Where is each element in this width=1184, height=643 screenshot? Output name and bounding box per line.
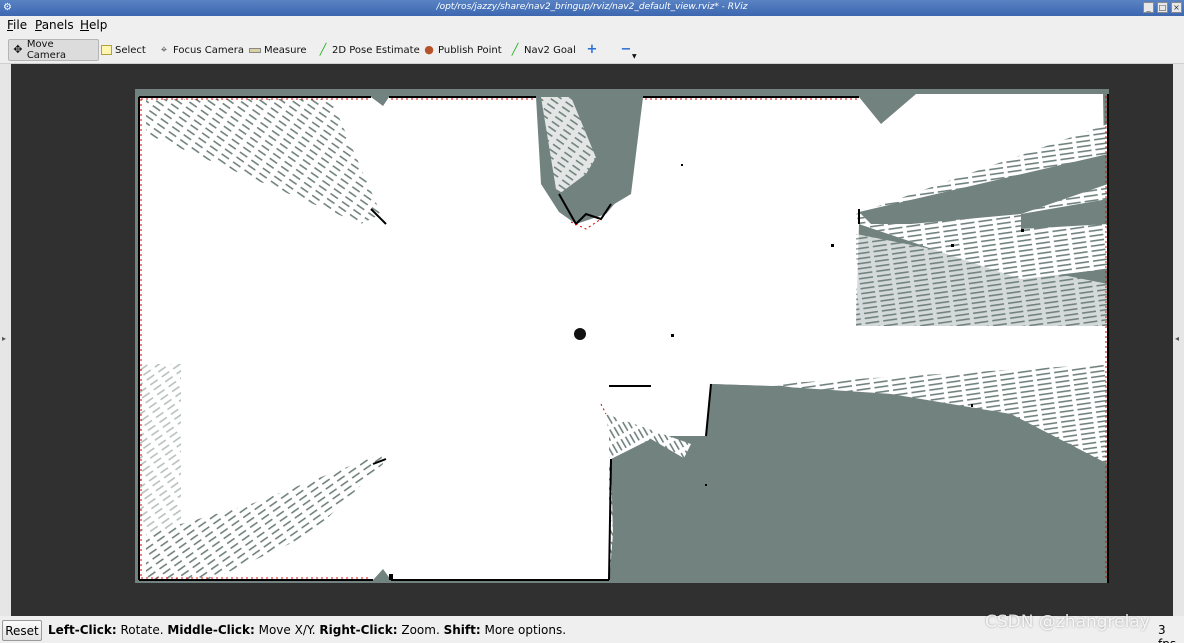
render-viewport[interactable]	[11, 64, 1173, 616]
tool-2d-pose-estimate[interactable]: ╱ 2D Pose Estimate	[314, 39, 423, 61]
select-icon	[101, 45, 112, 55]
reset-button[interactable]: Reset	[2, 620, 42, 641]
left-panel-handle[interactable]: ▸	[0, 64, 11, 616]
tool-publish-point[interactable]: ● Publish Point	[420, 39, 505, 61]
map-streak-region	[139, 364, 181, 534]
publish-point-icon: ●	[424, 43, 434, 56]
robot-base-marker	[574, 328, 586, 340]
tool-focus-camera[interactable]: ⌖ Focus Camera	[155, 39, 247, 61]
chevron-left-icon: ◂	[1175, 334, 1180, 343]
menu-file[interactable]: File	[7, 18, 27, 32]
move-camera-icon: ✥	[13, 43, 23, 56]
tool-select[interactable]: Select	[98, 39, 149, 61]
maximize-button[interactable]: □	[1157, 2, 1168, 13]
minimize-button[interactable]: _	[1143, 2, 1154, 13]
status-hint: Left-Click: Rotate. Middle-Click: Move X…	[48, 623, 567, 637]
tool-bar: ✥ Move Camera Select ⌖ Focus Camera Meas…	[0, 36, 1184, 64]
focus-camera-icon: ⌖	[160, 43, 168, 56]
tool-move-camera[interactable]: ✥ Move Camera	[8, 39, 99, 61]
chevron-right-icon: ▸	[2, 334, 7, 343]
measure-icon	[249, 47, 261, 53]
pose-estimate-icon: ╱	[319, 43, 327, 56]
remove-tool-button[interactable]: − ▼	[617, 39, 640, 61]
nav2-goal-icon: ╱	[511, 43, 519, 56]
window-title: /opt/ros/jazzy/share/nav2_bringup/rviz/n…	[436, 2, 748, 12]
menu-help[interactable]: Help	[80, 18, 107, 32]
watermark-text: CSDN @zhangrelay	[985, 612, 1150, 632]
add-tool-button[interactable]: +	[583, 39, 601, 61]
menu-bar: File Panels Help	[0, 16, 1184, 36]
dropdown-arrow-icon: ▼	[632, 52, 637, 60]
right-panel-handle[interactable]: ◂	[1173, 64, 1184, 616]
occupancy-map	[135, 89, 1109, 583]
tool-nav2-goal[interactable]: ╱ Nav2 Goal	[506, 39, 579, 61]
minus-icon: −	[620, 42, 632, 57]
close-button[interactable]: ×	[1171, 2, 1182, 13]
fps-counter: 3 fps	[1158, 623, 1176, 643]
plus-icon: +	[586, 42, 598, 57]
title-bar: ⚙ /opt/ros/jazzy/share/nav2_bringup/rviz…	[0, 0, 1184, 16]
menu-panels[interactable]: Panels	[35, 18, 74, 32]
tool-measure[interactable]: Measure	[246, 39, 310, 61]
